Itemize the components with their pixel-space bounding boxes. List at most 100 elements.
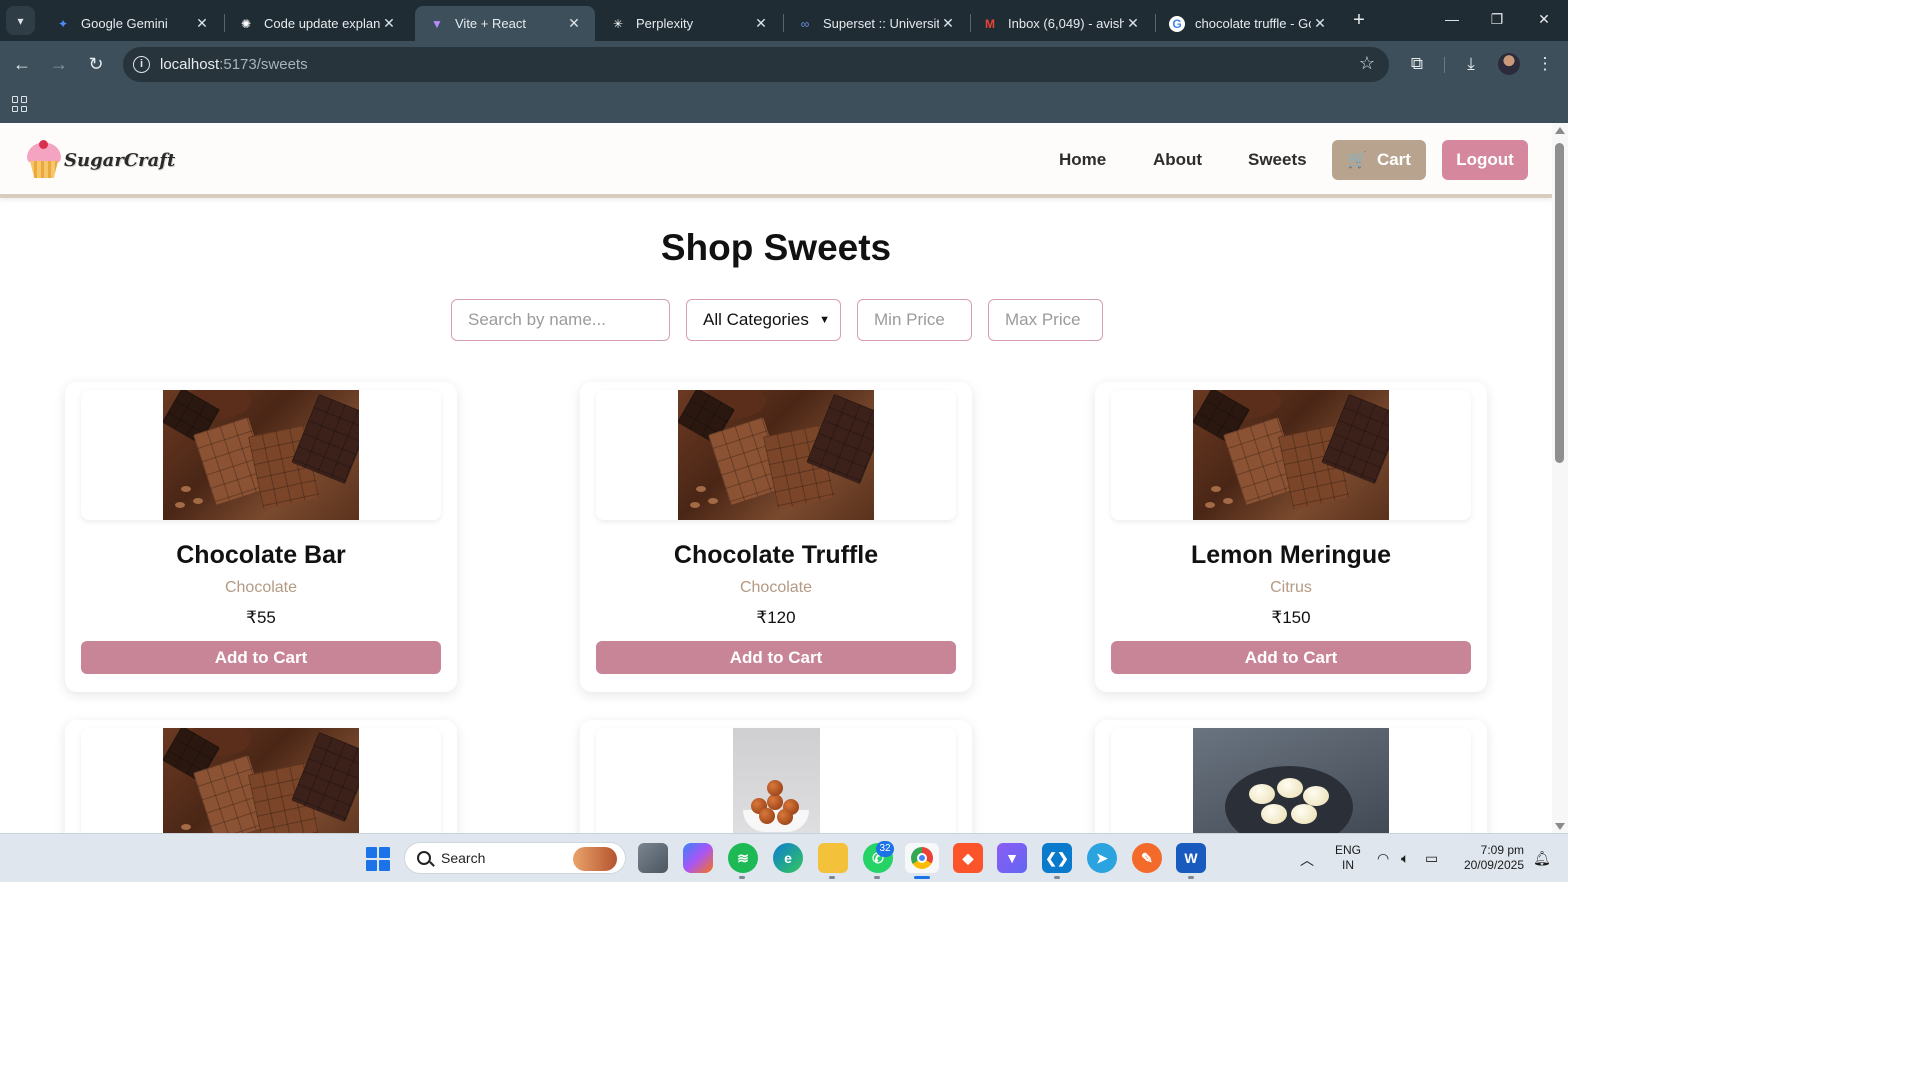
tab-search-icon[interactable]: ▾ <box>6 6 35 35</box>
telegram-icon[interactable]: ➤ <box>1087 843 1117 873</box>
logout-button[interactable]: Logout <box>1442 140 1528 180</box>
edge-icon[interactable]: e <box>773 843 803 873</box>
close-icon[interactable]: ✕ <box>565 15 583 32</box>
word-icon[interactable]: W <box>1176 843 1206 873</box>
tab-title: Superset :: University <box>823 16 939 31</box>
page-scrollbar[interactable] <box>1552 123 1568 833</box>
tab-title: Perplexity <box>636 16 694 31</box>
clock[interactable]: 7:09 pm 20/09/2025 <box>1456 843 1524 873</box>
product-price: ₹120 <box>756 608 796 627</box>
copilot-icon[interactable] <box>683 843 713 873</box>
tab-gmail-inbox[interactable]: M Inbox (6,049) - avishl ✕ <box>968 6 1154 41</box>
extensions-icon[interactable]: ⧉ <box>1404 51 1430 77</box>
clock-date: 20/09/2025 <box>1463 858 1524 872</box>
scroll-up-arrow-icon[interactable] <box>1555 127 1565 134</box>
max-price-input[interactable]: Max Price <box>988 299 1103 341</box>
chrome-icon[interactable] <box>905 843 939 873</box>
tab-chocolate-truffle-search[interactable]: G chocolate truffle - Gc ✕ <box>1155 6 1341 41</box>
chevron-down-icon: ▼ <box>819 314 830 326</box>
running-indicator <box>1054 876 1060 879</box>
file-explorer-icon[interactable] <box>818 843 848 873</box>
running-indicator-active <box>914 876 930 879</box>
category-select[interactable]: All Categories ▼ <box>686 299 841 341</box>
running-indicator <box>874 876 880 879</box>
browser-toolbar: ← → ↻ i localhost:5173/sweets ☆ ⧉ ⤓ ⋮ <box>0 41 1568 86</box>
add-to-cart-button[interactable]: Add to Cart <box>81 641 441 674</box>
chatgpt-icon: ✺ <box>240 16 252 31</box>
close-icon[interactable]: ✕ <box>752 15 770 32</box>
menu-kebab-icon[interactable]: ⋮ <box>1532 51 1558 77</box>
google-icon: G <box>1169 15 1185 32</box>
product-name: Lemon Meringue <box>1190 541 1391 569</box>
spotify-icon[interactable]: ≋ <box>728 843 758 873</box>
cupcake-icon <box>24 140 64 180</box>
close-icon[interactable]: ✕ <box>193 15 211 32</box>
scroll-down-arrow-icon[interactable] <box>1555 823 1565 830</box>
show-hidden-icons-chevron-icon[interactable]: ︿ <box>1300 850 1314 870</box>
tab-google-gemini[interactable]: ✦ Google Gemini ✕ <box>41 6 223 41</box>
new-tab-icon[interactable]: + <box>1348 9 1370 31</box>
battery-icon[interactable]: ▭ <box>1425 850 1438 867</box>
reload-icon[interactable]: ↻ <box>83 51 109 77</box>
tab-title: Vite + React <box>455 16 526 31</box>
add-to-cart-button[interactable]: Add to Cart <box>596 641 956 674</box>
close-icon[interactable]: ✕ <box>939 15 957 32</box>
superset-icon: ∞ <box>800 16 810 31</box>
close-icon[interactable]: ✕ <box>1311 15 1329 32</box>
download-icon[interactable]: ⤓ <box>1458 51 1484 77</box>
tab-code-update[interactable]: ✺ Code update explana ✕ <box>224 6 410 41</box>
chocolate-bars-image <box>163 728 359 833</box>
tab-perplexity[interactable]: ✳ Perplexity ✕ <box>596 6 782 41</box>
taskbar-search-box[interactable]: Search <box>404 842 626 874</box>
close-icon[interactable]: ✕ <box>1124 15 1142 32</box>
close-window-icon[interactable]: ✕ <box>1531 8 1557 30</box>
search-input[interactable]: Search by name... <box>451 299 670 341</box>
task-view-icon[interactable] <box>638 843 668 873</box>
vscode-icon[interactable]: ❮❯ <box>1042 843 1072 873</box>
running-indicator <box>739 876 745 879</box>
language-code: ENG <box>1335 843 1362 857</box>
postman-icon[interactable]: ✎ <box>1132 843 1162 873</box>
close-icon[interactable]: ✕ <box>380 15 398 32</box>
site-logo[interactable]: SugarCraft <box>24 140 175 180</box>
product-image <box>596 390 956 520</box>
address-bar[interactable]: i localhost:5173/sweets ☆ <box>123 47 1389 82</box>
product-category: Chocolate <box>739 579 813 596</box>
nav-about[interactable]: About <box>1153 150 1202 170</box>
profile-avatar[interactable] <box>1498 53 1520 75</box>
back-icon[interactable]: ← <box>9 51 35 77</box>
site-info-icon[interactable]: i <box>133 56 150 73</box>
scrollbar-thumb[interactable] <box>1555 143 1564 463</box>
add-to-cart-button[interactable]: Add to Cart <box>1111 641 1471 674</box>
forward-icon[interactable]: → <box>46 51 72 77</box>
search-highlight-image <box>573 847 617 871</box>
notifications-icon[interactable]: 🔔︎ <box>1533 850 1551 867</box>
brave-icon[interactable]: ◆ <box>953 843 983 873</box>
cart-button[interactable]: 🛒 Cart <box>1332 140 1426 180</box>
tab-superset[interactable]: ∞ Superset :: University ✕ <box>783 6 969 41</box>
min-price-input[interactable]: Min Price <box>857 299 972 341</box>
rasgulla-image <box>1193 728 1389 833</box>
nav-home[interactable]: Home <box>1059 150 1106 170</box>
volume-icon[interactable]: 🔈︎ <box>1401 850 1409 867</box>
proton-vpn-icon[interactable]: ▼ <box>997 843 1027 873</box>
apps-grid-icon[interactable] <box>12 96 28 112</box>
product-image <box>81 728 441 833</box>
bookmark-star-icon[interactable]: ☆ <box>1359 53 1375 74</box>
whatsapp-unread-badge: 32 <box>876 841 894 857</box>
region-code: IN <box>1342 858 1354 872</box>
tab-vite-react[interactable]: ▼ Vite + React ✕ <box>415 6 595 41</box>
windows-start-icon[interactable] <box>366 847 390 871</box>
nav-sweets[interactable]: Sweets <box>1248 150 1307 170</box>
taskbar-search-label: Search <box>441 850 486 866</box>
wifi-icon[interactable]: ◠ <box>1377 850 1389 867</box>
windows-taskbar: Search ≋ e ✆ ◆ ▼ ❮❯ ➤ ✎ W ︿ ENG IN ◠ 🔈︎ … <box>0 833 1568 882</box>
gemini-icon: ✦ <box>57 16 69 31</box>
language-indicator[interactable]: ENG IN <box>1335 843 1361 873</box>
restore-icon[interactable]: ❐ <box>1484 8 1510 30</box>
chocolate-bars-image <box>163 390 359 520</box>
minimize-icon[interactable]: — <box>1439 8 1465 30</box>
product-card: Chocolate Truffle Chocolate ₹120 Add to … <box>580 382 972 692</box>
search-icon <box>417 851 431 865</box>
product-image <box>596 728 956 833</box>
